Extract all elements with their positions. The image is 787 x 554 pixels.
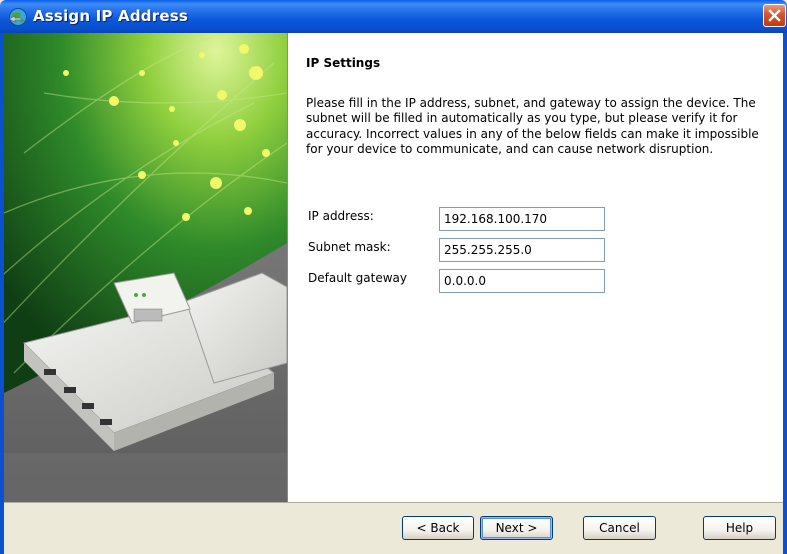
ip-address-label: IP address: (308, 209, 374, 223)
footer-divider (4, 502, 783, 503)
page-title: IP Settings (306, 56, 381, 70)
default-gateway-input[interactable] (439, 269, 605, 293)
network-globe-icon (8, 8, 27, 26)
close-button[interactable] (763, 4, 786, 27)
cancel-button[interactable]: Cancel (583, 516, 656, 540)
next-button[interactable]: Next > (480, 516, 553, 540)
default-gateway-label: Default gateway (308, 271, 407, 285)
assign-ip-dialog: Assign IP Address IP Settings Please fil… (0, 0, 787, 554)
back-button[interactable]: < Back (402, 516, 474, 540)
help-button[interactable]: Help (703, 516, 776, 540)
subnet-mask-label: Subnet mask: (308, 240, 391, 254)
ip-address-input[interactable] (439, 207, 605, 231)
device-banner-image (4, 33, 287, 502)
window-title: Assign IP Address (33, 7, 188, 25)
subnet-mask-input[interactable] (439, 238, 605, 262)
close-icon (768, 9, 781, 22)
instructions-text: Please fill in the IP address, subnet, a… (306, 96, 759, 156)
title-bar[interactable]: Assign IP Address (0, 0, 787, 33)
content-panel: IP Settings Please fill in the IP addres… (288, 33, 783, 502)
window-frame-right (783, 33, 787, 554)
